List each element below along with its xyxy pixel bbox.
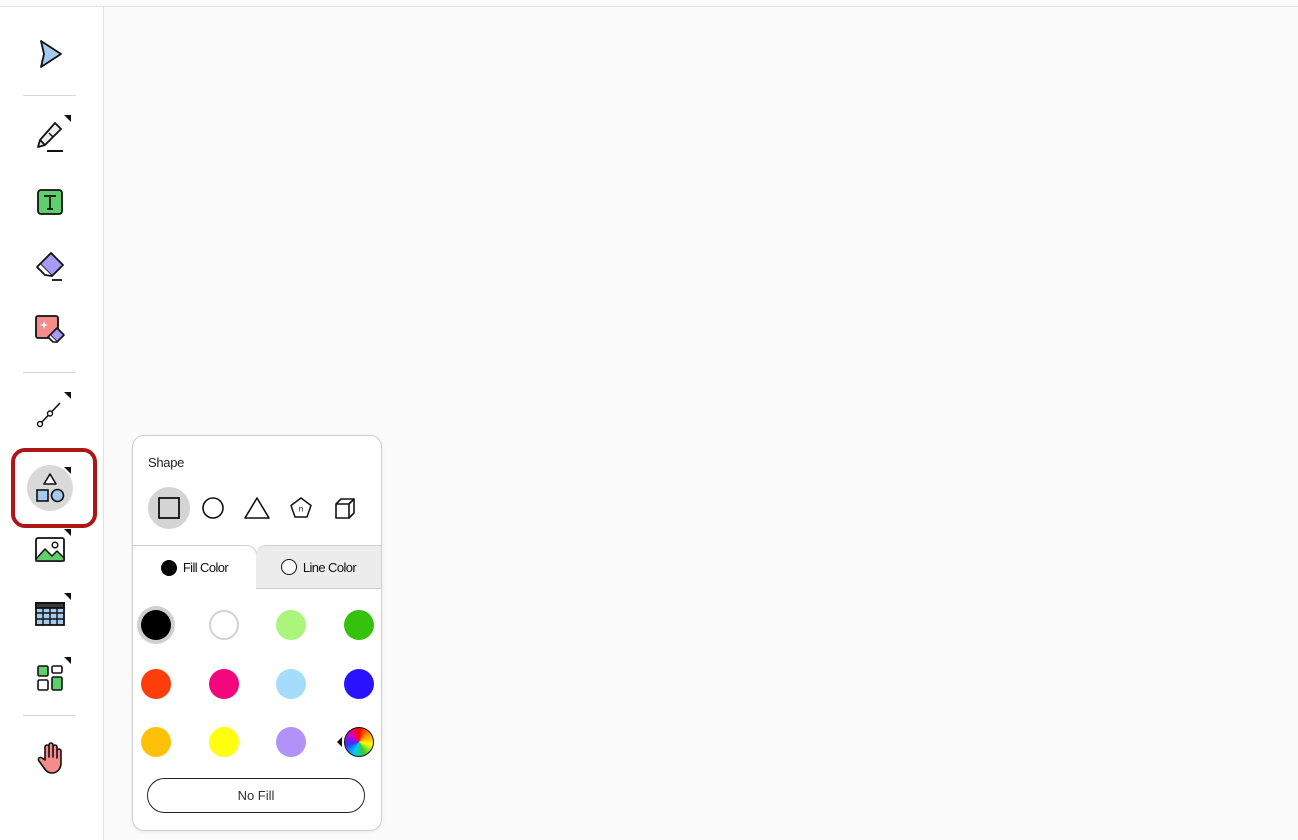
submenu-indicator-icon xyxy=(64,657,71,664)
text-tool[interactable] xyxy=(25,177,75,227)
tab-fill-color-label: Fill Color xyxy=(182,560,229,575)
tab-fill-color[interactable]: Fill Color xyxy=(133,545,257,589)
submenu-indicator-icon xyxy=(64,392,71,399)
color-swatch[interactable] xyxy=(209,727,239,757)
cursor-arrow-icon xyxy=(40,40,62,68)
circle-icon xyxy=(202,497,224,519)
shape-popup: Shape n Fill Color Line Color No Fill xyxy=(132,435,382,831)
shape-option-cube[interactable] xyxy=(325,488,365,528)
color-tabs: Fill Color Line Color xyxy=(133,545,381,589)
toolbar-divider xyxy=(23,715,76,716)
color-swatch[interactable] xyxy=(141,727,171,757)
color-swatch[interactable] xyxy=(209,669,239,699)
color-swatch[interactable] xyxy=(141,610,171,640)
pentagon-icon: n xyxy=(290,497,312,518)
magic-eraser-tool[interactable] xyxy=(25,305,75,355)
shape-option-square[interactable] xyxy=(148,487,190,529)
eraser-tool[interactable] xyxy=(25,241,75,291)
no-fill-button[interactable]: No Fill xyxy=(147,778,365,813)
image-icon xyxy=(35,537,65,562)
widgets-icon xyxy=(37,665,63,691)
eraser-icon xyxy=(36,252,64,281)
triangle-icon xyxy=(244,497,270,519)
pen-tool[interactable] xyxy=(25,111,75,161)
color-swatch[interactable] xyxy=(344,669,374,699)
table-icon xyxy=(35,602,65,626)
hand-tool[interactable] xyxy=(25,733,75,783)
color-swatch[interactable] xyxy=(209,610,239,640)
selected-tool-highlight xyxy=(11,448,97,528)
svg-text:n: n xyxy=(299,505,303,514)
submenu-indicator-icon xyxy=(64,593,71,600)
magic-eraser-icon xyxy=(35,315,65,343)
square-icon xyxy=(158,497,180,519)
popup-title: Shape xyxy=(148,455,185,470)
color-swatch[interactable] xyxy=(276,669,306,699)
toolbar xyxy=(0,7,104,840)
toolbar-divider xyxy=(23,372,76,373)
filled-circle-icon xyxy=(160,559,177,576)
shape-option-pentagon[interactable]: n xyxy=(281,488,321,528)
pen-icon xyxy=(37,122,63,152)
tab-line-color[interactable]: Line Color xyxy=(256,545,381,589)
shape-option-triangle[interactable] xyxy=(237,488,277,528)
toolbar-divider xyxy=(23,95,76,96)
cube-icon xyxy=(335,498,355,519)
table-tool[interactable] xyxy=(25,589,75,639)
tab-line-color-label: Line Color xyxy=(302,559,357,575)
image-tool[interactable] xyxy=(25,525,75,575)
color-swatch[interactable] xyxy=(276,727,306,757)
layout-tool[interactable] xyxy=(25,653,75,703)
line-tool[interactable] xyxy=(25,388,75,438)
color-swatch[interactable] xyxy=(141,669,171,699)
color-swatch[interactable] xyxy=(344,610,374,640)
outline-circle-icon xyxy=(280,559,297,575)
line-icon xyxy=(36,402,61,428)
select-tool[interactable] xyxy=(25,29,75,79)
custom-color-wheel[interactable] xyxy=(344,727,374,757)
text-icon xyxy=(37,189,63,215)
hand-icon xyxy=(37,742,62,774)
submenu-indicator-icon xyxy=(64,115,71,122)
color-swatch[interactable] xyxy=(276,610,306,640)
caret-left-icon xyxy=(337,737,342,747)
submenu-indicator-icon xyxy=(64,529,71,536)
shape-option-circle[interactable] xyxy=(193,488,233,528)
